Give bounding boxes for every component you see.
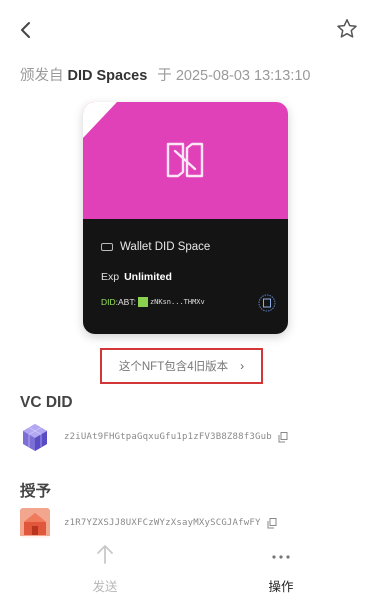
card-body: Wallet DID Space Exp Unlimited DID:ABT: zN… — [83, 219, 288, 334]
copy-icon[interactable] — [267, 517, 277, 529]
red-house-avatar-icon — [20, 508, 50, 538]
star-outline-icon — [337, 19, 357, 38]
did-address: zNKsn...THMXv — [149, 298, 205, 306]
issued-by-line: 颁发自 DID Spaces 于 2025-08-03 13:13:10 — [20, 64, 310, 85]
back-button[interactable] — [14, 18, 38, 42]
did-spaces-logo-icon — [166, 142, 204, 178]
expiry-row: Exp Unlimited — [101, 271, 172, 283]
issued-date-prefix: 于 — [157, 68, 172, 84]
did-tag-icon — [101, 243, 113, 251]
issued-date: 2025-08-03 13:13:10 — [175, 68, 311, 84]
favorite-button[interactable] — [335, 17, 359, 41]
grant-title: 授予 — [20, 483, 52, 500]
grant-address: z1R7YZXSJJ8UXFCzWYzXsayMXySCGJAfwFY — [64, 518, 261, 528]
send-label: 发送 — [92, 580, 118, 594]
issued-prefix: 颁发自 — [20, 68, 64, 84]
back-chevron-icon — [21, 22, 30, 38]
send-button[interactable]: 发送 — [75, 542, 135, 595]
bottom-action-bar: 发送 操作 — [0, 536, 375, 600]
nft-versions-label: 这个NFT包含4旧版本 — [118, 361, 229, 373]
copy-icon[interactable] — [278, 431, 288, 443]
did-seal-icon — [258, 294, 276, 312]
did-label: DID — [101, 297, 116, 307]
operations-button[interactable]: 操作 — [251, 542, 311, 595]
top-bar — [0, 0, 375, 60]
nft-card[interactable]: Wallet DID Space Exp Unlimited DID:ABT: zN… — [83, 102, 288, 334]
more-dots-icon — [272, 555, 290, 559]
card-header — [83, 102, 288, 219]
expiry-value: Unlimited — [124, 271, 172, 283]
nft-versions-button[interactable]: 这个NFT包含4旧版本 › — [100, 348, 263, 384]
expiry-label: Exp — [101, 271, 120, 283]
did-avatar-icon — [137, 297, 148, 307]
vc-did-row: z2iUAt9FHGtpaGqxuGfu1p1zFV3B8Z88f3Gub — [20, 422, 288, 452]
chevron-right-icon: › — [240, 359, 245, 373]
vc-did-title: VC DID — [20, 394, 73, 411]
issuer-name[interactable]: DID Spaces — [68, 68, 148, 84]
operations-label: 操作 — [268, 580, 294, 594]
vc-did-address: z2iUAt9FHGtpaGqxuGfu1p1zFV3B8Z88f3Gub — [64, 432, 272, 442]
card-title: Wallet DID Space — [120, 241, 211, 253]
card-title-row: Wallet DID Space — [101, 241, 210, 253]
card-corner-cut — [83, 102, 117, 138]
arrow-up-icon — [97, 545, 113, 564]
did-row: DID:ABT: zNKsn...THMXv — [101, 297, 205, 307]
purple-cube-avatar-icon — [23, 424, 47, 451]
grant-row: z1R7YZXSJJ8UXFCzWYzXsayMXySCGJAfwFY — [20, 508, 277, 538]
did-type: :ABT: — [115, 297, 136, 307]
